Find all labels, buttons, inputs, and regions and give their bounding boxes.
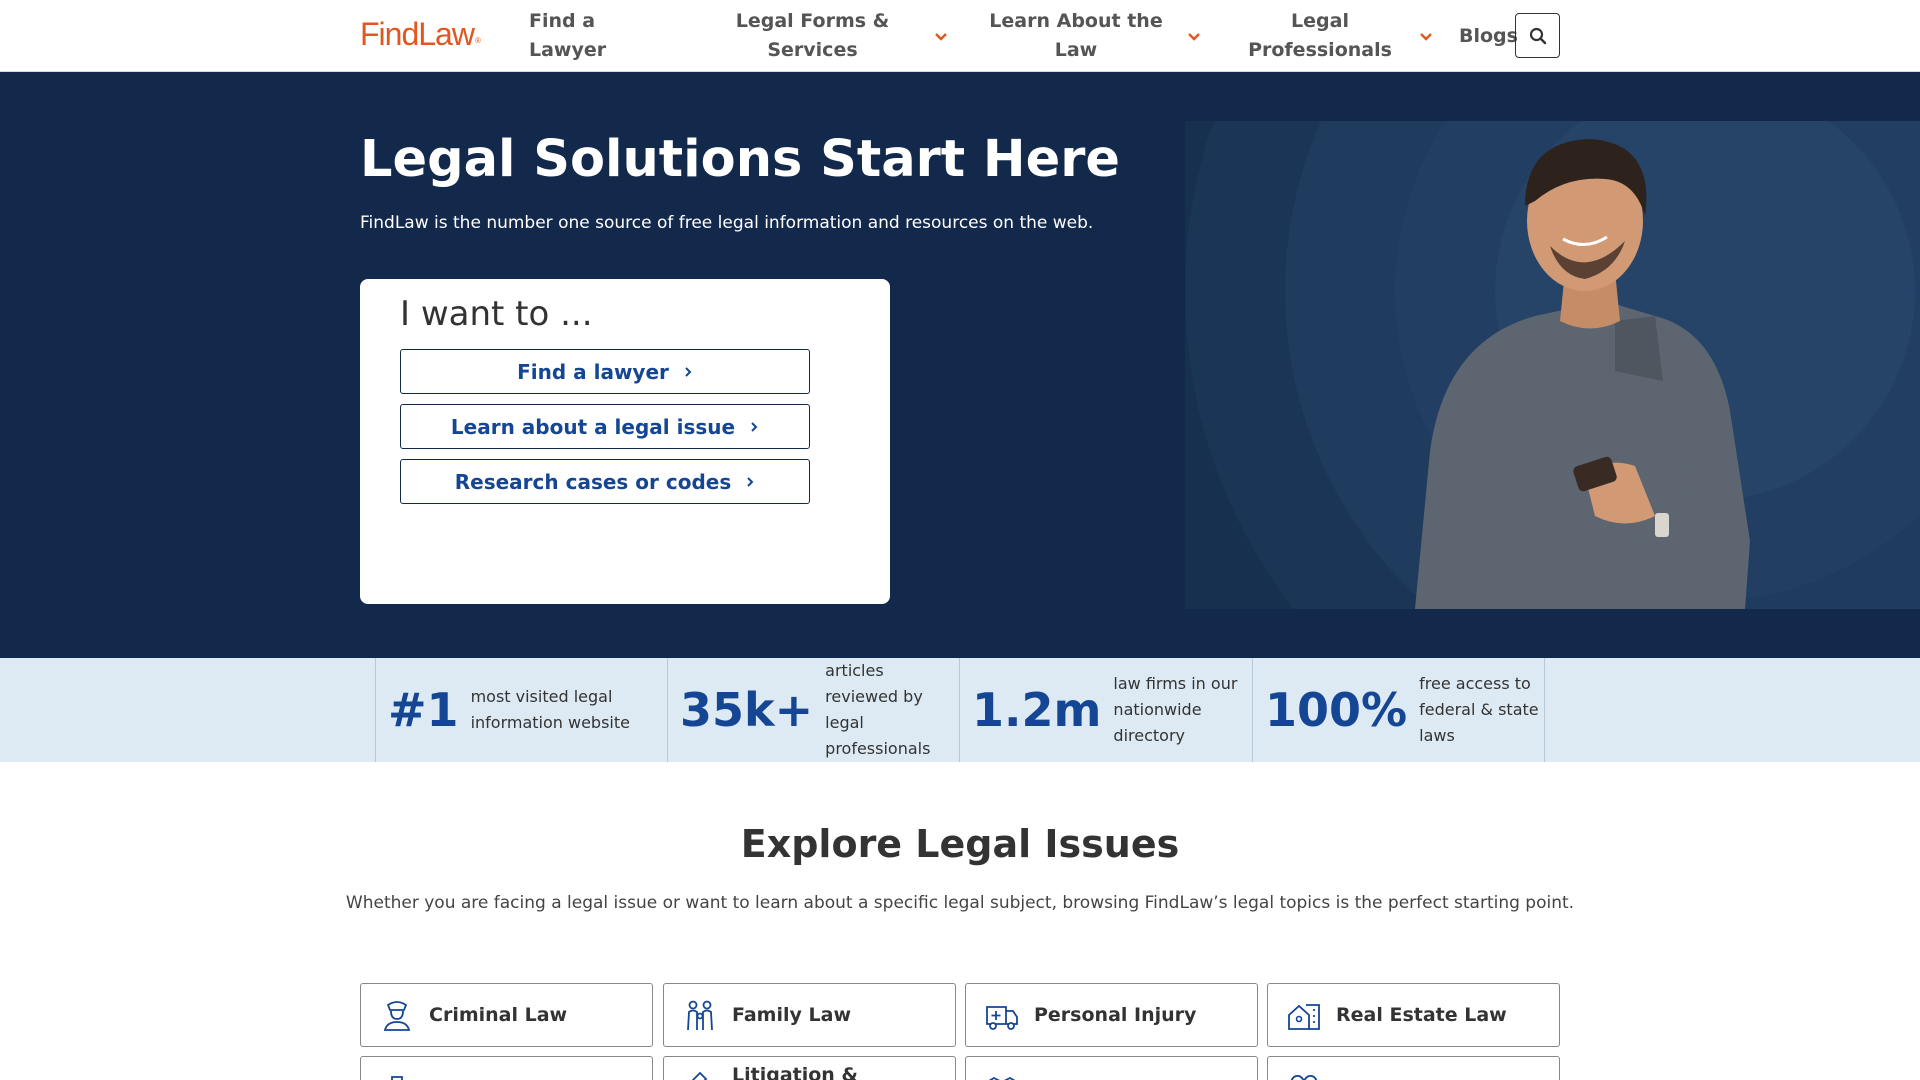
- chevron-down-icon: [1188, 33, 1200, 41]
- hero-image: [1185, 121, 1920, 609]
- topic-criminal-law[interactable]: Criminal Law: [360, 983, 653, 1047]
- handshake-icon: [988, 1076, 1016, 1080]
- chevron-right-icon: [747, 476, 754, 487]
- find-a-lawyer-button[interactable]: Find a lawyer: [400, 349, 810, 394]
- topic-label: Criminal Law: [429, 1004, 568, 1026]
- family-icon: [687, 1000, 713, 1031]
- nav-legal-professionals[interactable]: Legal Professionals: [1240, 5, 1440, 67]
- nav-legal-forms-services[interactable]: Legal Forms & Services: [720, 5, 950, 67]
- nav-label: Legal: [1291, 10, 1349, 32]
- button-label: Learn about a legal issue: [450, 414, 736, 439]
- nav-label: Blogs: [1459, 24, 1518, 47]
- topic-litigation[interactable]: Litigation &: [663, 1056, 956, 1080]
- man-with-phone-illustration: [1185, 121, 1920, 609]
- stat-item: #1 most visited legal information websit…: [375, 658, 668, 762]
- nav-label: Lawyer: [529, 39, 607, 61]
- house-building-icon: [1288, 1004, 1320, 1030]
- explore-title: Explore Legal Issues: [740, 822, 1180, 866]
- stat-line: federal & state: [1419, 700, 1539, 719]
- topic-label: Family Law: [732, 1004, 851, 1026]
- stat-description: law firms in our nationwide directory: [1113, 671, 1237, 749]
- ambulance-icon: [986, 1006, 1018, 1030]
- nav-label: Learn About the: [989, 10, 1163, 32]
- stat-item: 100% free access to federal & state laws: [1252, 658, 1545, 762]
- hero-subtitle: FindLaw is the number one source of free…: [360, 213, 1094, 233]
- topic-family-law[interactable]: Family Law: [663, 983, 956, 1047]
- stat-line: legal: [825, 713, 864, 732]
- nav-label: Services: [767, 39, 858, 61]
- stat-line: laws: [1419, 726, 1455, 745]
- findlaw-logo[interactable]: FindLaw®: [360, 16, 481, 53]
- card-title: I want to ...: [400, 294, 593, 334]
- topic-label: Personal Injury: [1034, 1004, 1197, 1026]
- nav-find-a-lawyer[interactable]: Find a Lawyer: [529, 5, 649, 67]
- search-button[interactable]: [1515, 13, 1560, 58]
- stat-description: most visited legal information website: [471, 684, 630, 736]
- stat-line: most visited legal: [470, 687, 613, 706]
- chevron-right-icon: [751, 421, 758, 432]
- topic-label: Litigation &: [732, 1064, 858, 1080]
- topic-real-estate-law[interactable]: Real Estate Law: [1267, 983, 1560, 1047]
- briefcase-icon: [391, 1076, 403, 1080]
- chevron-right-icon: [685, 366, 692, 377]
- top-navigation: FindLaw® Find a Lawyer Legal Forms & Ser…: [0, 0, 1920, 72]
- stat-line: professionals: [825, 739, 931, 758]
- stat-line: law firms in our: [1113, 674, 1238, 693]
- nav-label: Legal Forms &: [735, 10, 890, 32]
- topic-tile[interactable]: [1267, 1056, 1560, 1080]
- stat-number: 100%: [1265, 683, 1408, 737]
- search-icon: [1529, 27, 1546, 44]
- button-label: Research cases or codes: [454, 469, 732, 494]
- chevron-down-icon: [935, 33, 947, 41]
- explore-subtitle: Whether you are facing a legal issue or …: [345, 893, 1575, 913]
- research-cases-or-codes-button[interactable]: Research cases or codes: [400, 459, 810, 504]
- stat-item: 1.2m law firms in our nationwide directo…: [959, 658, 1252, 762]
- stat-description: articles reviewed by legal professionals: [825, 658, 930, 762]
- nav-learn-about-the-law[interactable]: Learn About the Law: [985, 5, 1215, 67]
- nav-label: Find a: [529, 10, 596, 32]
- heart-icon: [1290, 1074, 1318, 1080]
- stat-description: free access to federal & state laws: [1419, 671, 1538, 749]
- police-officer-icon: [383, 1001, 411, 1031]
- stat-line: information website: [470, 713, 630, 732]
- stat-line: reviewed by: [825, 687, 923, 706]
- stat-number: #1: [388, 683, 459, 737]
- stat-line: directory: [1113, 726, 1185, 745]
- learn-about-legal-issue-button[interactable]: Learn about a legal issue: [400, 404, 810, 449]
- hero-section: Legal Solutions Start Here FindLaw is th…: [0, 72, 1920, 658]
- stat-number: 1.2m: [972, 683, 1102, 737]
- nav-blogs[interactable]: Blogs: [1459, 5, 1519, 67]
- topic-tile[interactable]: [965, 1056, 1258, 1080]
- stats-bar: #1 most visited legal information websit…: [0, 658, 1920, 762]
- stat-line: nationwide: [1113, 700, 1202, 719]
- gavel-icon: [691, 1071, 708, 1080]
- stat-number: 35k+: [680, 683, 814, 737]
- topic-personal-injury[interactable]: Personal Injury: [965, 983, 1258, 1047]
- topic-label: Real Estate Law: [1336, 1004, 1507, 1026]
- i-want-to-card: I want to ... Find a lawyer Learn about …: [360, 279, 890, 604]
- hero-title: Legal Solutions Start Here: [360, 130, 1120, 189]
- topic-tile[interactable]: [360, 1056, 653, 1080]
- stat-line: articles: [825, 661, 884, 680]
- stat-line: free access to: [1419, 674, 1531, 693]
- nav-label: Law: [1054, 39, 1098, 61]
- stat-item: 35k+ articles reviewed by legal professi…: [667, 658, 960, 762]
- nav-label: Professionals: [1248, 39, 1392, 61]
- button-label: Find a lawyer: [517, 359, 669, 384]
- chevron-down-icon: [1420, 33, 1432, 41]
